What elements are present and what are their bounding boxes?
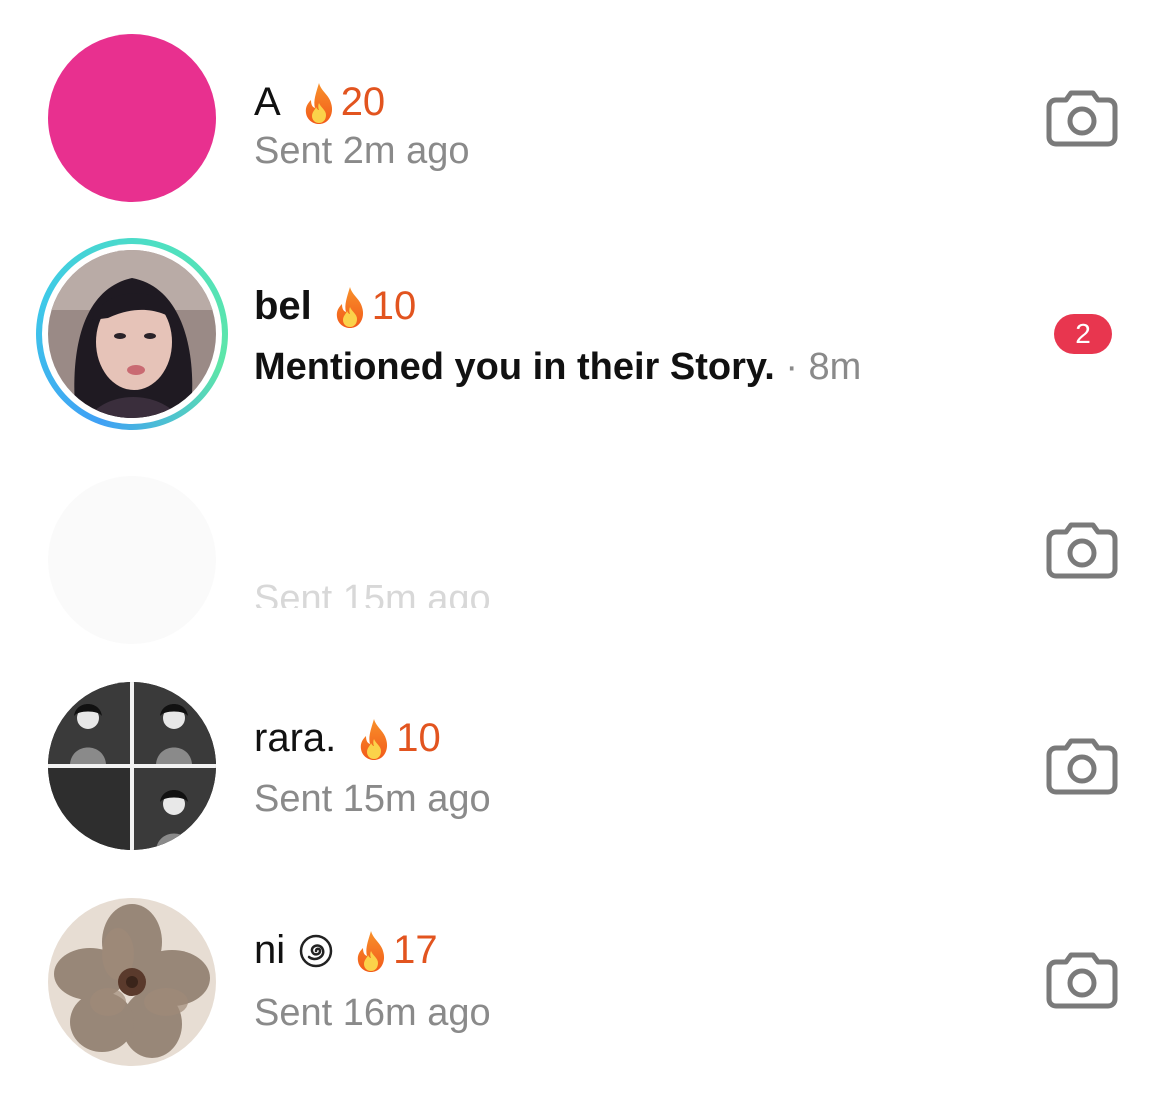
chat-status: Mentioned you in their Story. · 8m	[254, 346, 861, 389]
streak-count: 20	[340, 80, 386, 124]
camera-icon[interactable]	[1046, 950, 1118, 1010]
chat-title: ni 17	[254, 928, 438, 973]
chat-row-rara[interactable]: rara. 10 Sent 15m ago	[0, 682, 1169, 882]
chat-row-ni[interactable]: ni 17 Sent 16m ago	[0, 896, 1169, 1096]
camera-icon[interactable]	[1046, 520, 1118, 580]
camera-icon[interactable]	[1046, 736, 1118, 796]
fire-icon	[299, 81, 339, 125]
avatar	[48, 250, 216, 418]
chat-row-faded[interactable]: Sent 15m ago	[0, 466, 1169, 666]
chat-title: A 20	[254, 80, 385, 125]
avatar[interactable]	[48, 34, 216, 202]
avatar[interactable]	[48, 476, 216, 644]
chat-status: Sent 2m ago	[254, 130, 470, 172]
story-ring[interactable]	[36, 238, 228, 430]
contact-name: ni	[254, 928, 286, 972]
fire-icon	[351, 929, 391, 973]
chat-list: A 20 Sent 2m ago bel 10 Mentioned you in…	[0, 0, 1169, 1097]
chat-status: Sent 15m ago	[254, 578, 491, 608]
streak-count: 10	[371, 284, 417, 328]
chat-status: Sent 15m ago	[254, 778, 491, 820]
unread-badge: 2	[1054, 314, 1112, 354]
fire-icon	[330, 285, 370, 329]
chat-title: bel 10	[254, 284, 416, 329]
avatar[interactable]	[48, 898, 216, 1066]
chat-row-a[interactable]: A 20 Sent 2m ago	[0, 18, 1169, 218]
chat-row-bel[interactable]: bel 10 Mentioned you in their Story. · 8…	[0, 236, 1169, 436]
streak-count: 17	[393, 928, 438, 972]
avatar[interactable]	[48, 682, 216, 850]
contact-name: bel	[254, 284, 312, 328]
chat-title: rara. 10	[254, 716, 441, 761]
streak-count: 10	[396, 716, 441, 760]
contact-name: rara.	[254, 716, 337, 760]
fire-icon	[354, 717, 394, 761]
status-text: Mentioned you in their Story.	[254, 346, 775, 388]
status-time: · 8m	[785, 346, 862, 388]
contact-name: A	[254, 80, 281, 124]
camera-icon[interactable]	[1046, 88, 1118, 148]
swirl-icon	[299, 934, 333, 967]
chat-status: Sent 16m ago	[254, 992, 491, 1034]
